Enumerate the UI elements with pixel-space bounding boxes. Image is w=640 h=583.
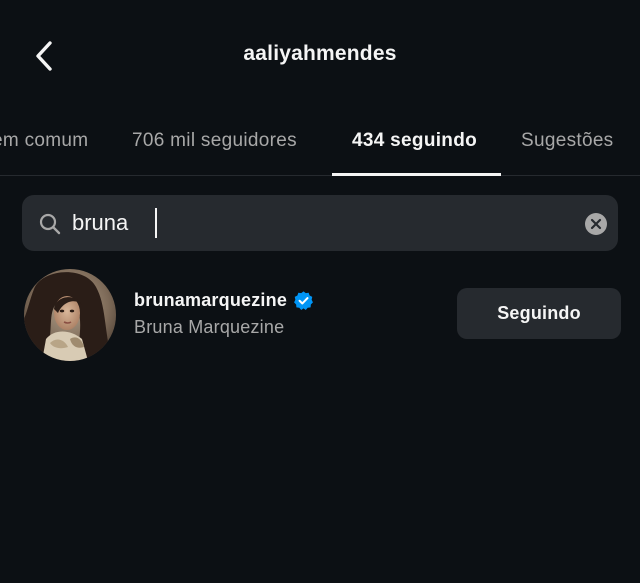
profile-title: aaliyahmendes [243, 42, 397, 65]
username[interactable]: brunamarquezine [134, 290, 287, 311]
tab-em-comum[interactable]: em comum [0, 130, 88, 152]
follow-tabs: em comum 706 mil seguidores 434 seguindo… [0, 110, 640, 176]
avatar[interactable] [24, 269, 116, 361]
search-icon [39, 213, 61, 235]
top-header: aaliyahmendes [0, 0, 640, 110]
text-cursor [155, 208, 157, 238]
tab-sugestoes[interactable]: Sugestões [521, 130, 614, 152]
active-tab-indicator [332, 173, 501, 176]
clear-search-button[interactable] [584, 212, 608, 236]
search-input[interactable] [72, 195, 572, 251]
username-group: brunamarquezine [134, 290, 314, 311]
clear-icon [585, 213, 607, 235]
tab-seguindo[interactable]: 434 seguindo [352, 130, 477, 152]
profile-photo [24, 269, 116, 361]
full-name: Bruna Marquezine [134, 317, 285, 337]
verified-badge-icon [294, 291, 313, 310]
list-item[interactable]: brunamarquezine Bruna Marquezine Seguind… [0, 265, 640, 363]
search-bar[interactable] [22, 195, 618, 251]
following-button[interactable]: Seguindo [457, 288, 621, 339]
tab-seguidores[interactable]: 706 mil seguidores [132, 130, 297, 152]
